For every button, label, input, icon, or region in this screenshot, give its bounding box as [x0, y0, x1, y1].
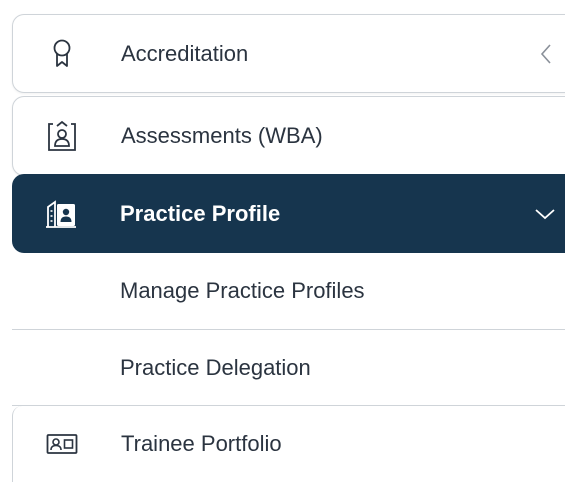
sidebar-item-label: Practice Profile [120, 200, 281, 226]
chevron-down-icon[interactable] [530, 199, 560, 229]
sidebar-item-trainee-portfolio[interactable]: Trainee Portfolio [12, 406, 565, 482]
building-profile-icon [45, 198, 77, 230]
sidebar-item-label: Trainee Portfolio [121, 431, 282, 456]
ribbon-icon [46, 38, 78, 70]
sidebar-subitem-label: Practice Delegation [120, 354, 311, 380]
sidebar-subitem-practice-delegation[interactable]: Practice Delegation [12, 330, 565, 406]
sidebar-item-label: Accreditation [121, 40, 249, 66]
sidebar-item-accreditation[interactable]: Accreditation [12, 14, 565, 93]
sidebar-item-practice-profile[interactable]: Practice Profile [12, 174, 565, 253]
sidebar-subitem-manage-practice-profiles[interactable]: Manage Practice Profiles [12, 253, 565, 330]
sidebar-item-label: Assessments (WBA) [121, 123, 323, 148]
sidebar-nav: Accreditation Assessments (WBA) Practice… [0, 0, 565, 482]
sidebar-subitem-label: Manage Practice Profiles [120, 278, 365, 303]
sidebar-item-assessments[interactable]: Assessments (WBA) [12, 96, 565, 176]
id-card-icon [46, 428, 78, 460]
chevron-left-icon[interactable] [531, 39, 561, 69]
clipboard-user-icon [46, 120, 78, 152]
